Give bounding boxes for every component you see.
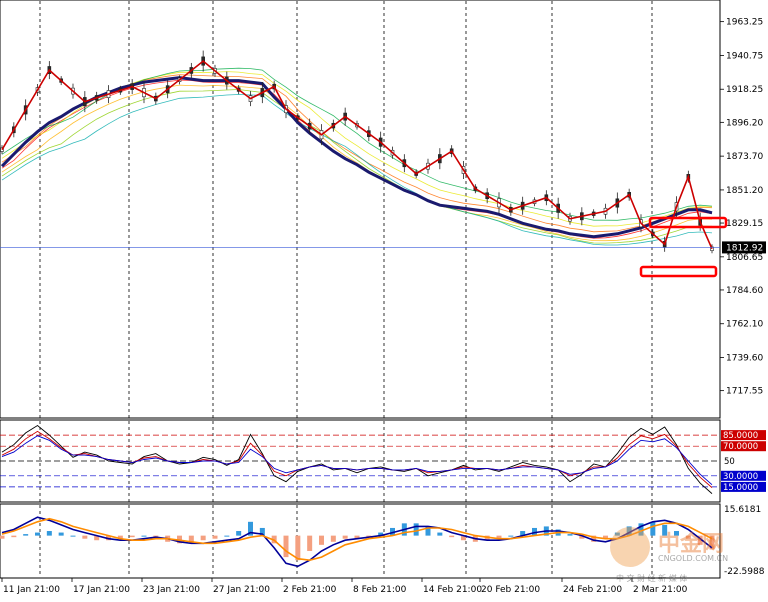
- price-tick-label: 1896.20: [726, 118, 763, 128]
- watermark-tagline: 中 文 财 经 新 媒 体: [616, 573, 687, 583]
- price-tick-label: 1918.25: [726, 85, 763, 95]
- price-tick-label: 1829.15: [726, 219, 763, 229]
- macd-tick-label: 15.6181: [724, 505, 761, 515]
- macd-histogram-bar: [11, 535, 17, 538]
- price-tick-label: 1851.20: [726, 186, 763, 196]
- x-tick-label: 27 Jan 21:00: [213, 585, 270, 595]
- macd-histogram-bar: [650, 521, 656, 536]
- macd-histogram-bar: [236, 531, 242, 536]
- macd-histogram-bar: [70, 535, 76, 537]
- x-tick-label: 17 Jan 21:00: [73, 585, 130, 595]
- price-tick-label: 1784.60: [726, 286, 763, 296]
- watermark-site: CNGOLD.COM.CN: [658, 554, 728, 563]
- price-panel: [0, 0, 721, 419]
- macd-histogram-bar: [283, 535, 289, 558]
- rsi-level-label: 70.0000: [723, 442, 758, 452]
- x-tick-label: 2 Mar 21:00: [633, 585, 688, 595]
- watermark-logo-icon: [610, 527, 650, 567]
- macd-histogram-bar: [508, 535, 514, 537]
- macd-histogram-bar: [0, 535, 5, 539]
- macd-histogram-bar: [295, 535, 301, 561]
- chart-canvas[interactable]: 1812.921963.251940.751918.251896.201873.…: [0, 0, 768, 597]
- rsi-level-label: 85.0000: [723, 431, 758, 441]
- x-tick-label: 8 Feb 21:00: [353, 585, 407, 595]
- macd-histogram-bar: [449, 535, 455, 538]
- x-tick-label: 11 Jan 21:00: [3, 585, 60, 595]
- macd-histogram-bar: [413, 523, 419, 536]
- x-tick-label: 20 Feb 21:00: [481, 585, 540, 595]
- macd-histogram-bar: [342, 535, 348, 539]
- macd-histogram-bar: [307, 535, 313, 551]
- price-tick-label: 1963.25: [726, 18, 763, 28]
- macd-histogram-bar: [437, 532, 443, 536]
- macd-histogram-bar: [319, 535, 324, 545]
- rsi-level-label: 30.0000: [723, 472, 758, 482]
- macd-histogram-bar: [58, 532, 64, 536]
- macd-histogram-bar: [82, 535, 88, 539]
- price-tick-label: 1940.75: [726, 51, 763, 61]
- rsi-level-label: 15.0000: [723, 483, 758, 493]
- macd-histogram-bar: [141, 535, 147, 537]
- price-tick-label: 1739.60: [726, 354, 763, 364]
- rsi-level-label: 50: [724, 457, 735, 467]
- macd-tick-label: -22.5988: [724, 567, 765, 577]
- macd-histogram-bar: [129, 535, 135, 538]
- macd-histogram-bar: [567, 534, 573, 536]
- price-tick-label: 1873.70: [726, 152, 763, 162]
- price-tick-label: 1762.10: [726, 320, 763, 330]
- macd-histogram-bar: [330, 535, 336, 542]
- macd-histogram-bar: [46, 531, 52, 536]
- x-tick-label: 2 Feb 21:00: [283, 585, 337, 595]
- macd-histogram-bar: [23, 534, 29, 536]
- x-tick-label: 24 Feb 21:00: [563, 585, 622, 595]
- macd-histogram-bar: [212, 535, 218, 539]
- macd-histogram-bar: [224, 535, 230, 537]
- macd-histogram-bar: [35, 532, 40, 536]
- x-tick-label: 14 Feb 21:00: [423, 585, 482, 595]
- price-tick-label: 1717.55: [726, 387, 763, 397]
- price-tick-label: 1806.65: [726, 253, 763, 263]
- forex-chart[interactable]: 1812.92 1963.25 1940.75 1918.25 1896.20 1873.…: [0, 0, 768, 597]
- x-tick-label: 23 Jan 21:00: [143, 585, 200, 595]
- macd-histogram-bar: [200, 535, 206, 541]
